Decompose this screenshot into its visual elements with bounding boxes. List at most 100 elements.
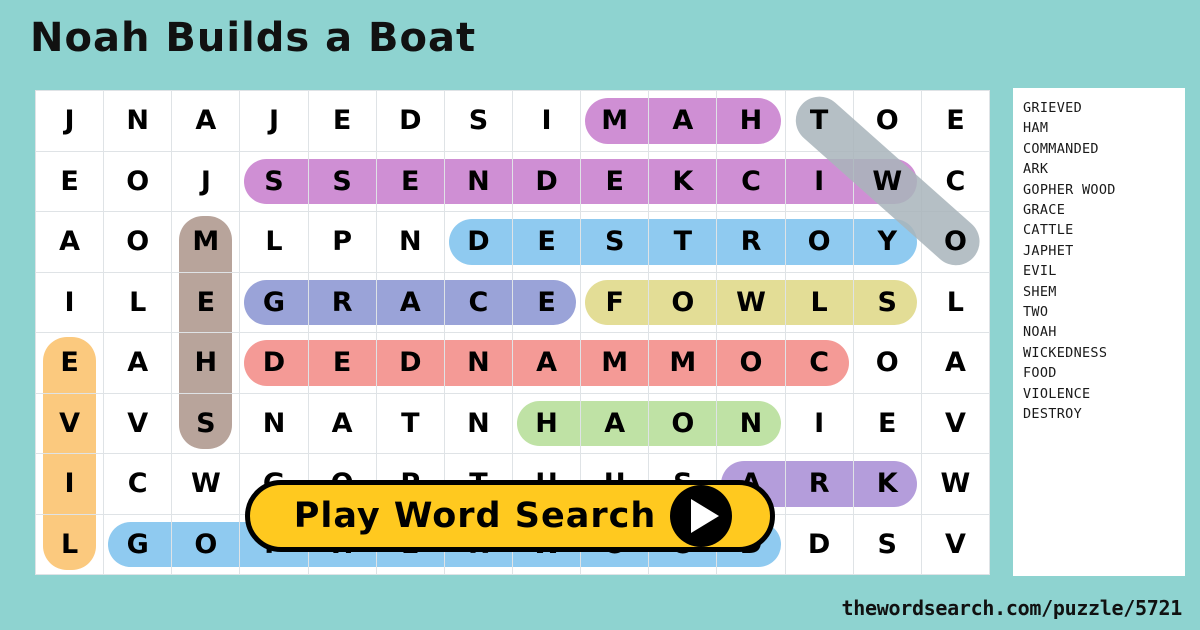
play-word-search-button[interactable]: Play Word Search: [245, 480, 775, 552]
grid-cell[interactable]: D: [375, 90, 445, 152]
grid-cell[interactable]: M: [171, 211, 241, 273]
grid-cell[interactable]: C: [443, 271, 513, 333]
grid-cell[interactable]: H: [716, 90, 786, 152]
grid-cell[interactable]: E: [511, 271, 582, 333]
grid-cell[interactable]: J: [34, 90, 105, 152]
grid-cell[interactable]: S: [239, 150, 309, 212]
grid-cell[interactable]: V: [103, 392, 173, 454]
grid-cell[interactable]: E: [34, 150, 105, 212]
grid-cell[interactable]: S: [171, 392, 241, 454]
grid-cell[interactable]: A: [307, 392, 377, 454]
grid-cell[interactable]: E: [920, 90, 991, 152]
grid-cell[interactable]: E: [34, 332, 105, 394]
grid-cell[interactable]: L: [103, 271, 173, 333]
grid-cell[interactable]: A: [580, 392, 650, 454]
grid-cell[interactable]: O: [852, 90, 922, 152]
grid-cell[interactable]: O: [171, 513, 241, 575]
grid-cell[interactable]: I: [511, 90, 582, 152]
grid-cell[interactable]: R: [784, 453, 854, 515]
grid-cell[interactable]: K: [648, 150, 718, 212]
grid-cell[interactable]: H: [171, 332, 241, 394]
grid-cell[interactable]: G: [103, 513, 173, 575]
grid-cell[interactable]: M: [648, 332, 718, 394]
grid-cell[interactable]: V: [920, 513, 991, 575]
grid-cell[interactable]: E: [511, 211, 582, 273]
grid-cell[interactable]: S: [307, 150, 377, 212]
grid-cell[interactable]: O: [648, 271, 718, 333]
grid-cell[interactable]: N: [443, 150, 513, 212]
grid-cell[interactable]: A: [103, 332, 173, 394]
grid-cell[interactable]: N: [443, 332, 513, 394]
grid-cell[interactable]: R: [716, 211, 786, 273]
grid-cell[interactable]: E: [375, 150, 445, 212]
grid-cell[interactable]: R: [307, 271, 377, 333]
grid-cell[interactable]: D: [511, 150, 582, 212]
grid-cell[interactable]: L: [784, 271, 854, 333]
grid-cell[interactable]: P: [307, 211, 377, 273]
grid-cell[interactable]: I: [784, 392, 854, 454]
grid-cell[interactable]: E: [307, 90, 377, 152]
grid-cell[interactable]: O: [716, 332, 786, 394]
grid-cell[interactable]: H: [511, 392, 582, 454]
grid-cell[interactable]: E: [852, 392, 922, 454]
grid-cell[interactable]: D: [784, 513, 854, 575]
grid-cell[interactable]: C: [716, 150, 786, 212]
grid-cell[interactable]: D: [239, 332, 309, 394]
grid-cell[interactable]: G: [239, 271, 309, 333]
grid-cell[interactable]: O: [784, 211, 854, 273]
grid-cell[interactable]: A: [34, 211, 105, 273]
grid-cell[interactable]: L: [239, 211, 309, 273]
grid-cell[interactable]: A: [920, 332, 991, 394]
grid-cell[interactable]: N: [375, 211, 445, 273]
grid-cell[interactable]: S: [580, 211, 650, 273]
grid-cell[interactable]: F: [580, 271, 650, 333]
grid-cell[interactable]: A: [511, 332, 582, 394]
grid-cell[interactable]: V: [920, 392, 991, 454]
grid-cell[interactable]: I: [784, 150, 854, 212]
word-list-item: NOAH: [1023, 324, 1057, 341]
grid-cell[interactable]: W: [171, 453, 241, 515]
grid-cell[interactable]: N: [716, 392, 786, 454]
grid-cell[interactable]: J: [171, 150, 241, 212]
play-button-label: Play Word Search: [293, 496, 657, 536]
grid-cell[interactable]: O: [920, 211, 991, 273]
grid-cell[interactable]: T: [648, 211, 718, 273]
grid-cell[interactable]: O: [648, 392, 718, 454]
grid-cell[interactable]: L: [34, 513, 105, 575]
grid-cell[interactable]: S: [443, 90, 513, 152]
grid-cell[interactable]: T: [784, 90, 854, 152]
grid-cell[interactable]: D: [443, 211, 513, 273]
grid-cell[interactable]: N: [103, 90, 173, 152]
grid-cell[interactable]: A: [375, 271, 445, 333]
grid-cell[interactable]: O: [852, 332, 922, 394]
grid-cell[interactable]: O: [103, 211, 173, 273]
grid-cell[interactable]: D: [375, 332, 445, 394]
grid-cell[interactable]: J: [239, 90, 309, 152]
grid-cell[interactable]: E: [307, 332, 377, 394]
grid-cell[interactable]: M: [580, 90, 650, 152]
grid-cell[interactable]: A: [648, 90, 718, 152]
grid-cell[interactable]: W: [716, 271, 786, 333]
grid-cell[interactable]: W: [852, 150, 922, 212]
grid-cell[interactable]: M: [580, 332, 650, 394]
grid-letter: O: [126, 226, 150, 258]
grid-cell[interactable]: C: [920, 150, 991, 212]
grid-cell[interactable]: K: [852, 453, 922, 515]
grid-cell[interactable]: A: [171, 90, 241, 152]
grid-cell[interactable]: T: [375, 392, 445, 454]
grid-cell[interactable]: E: [171, 271, 241, 333]
grid-cell[interactable]: Y: [852, 211, 922, 273]
grid-cell[interactable]: W: [920, 453, 991, 515]
grid-cell[interactable]: N: [239, 392, 309, 454]
grid-cell[interactable]: E: [580, 150, 650, 212]
grid-cell[interactable]: L: [920, 271, 991, 333]
grid-cell[interactable]: C: [784, 332, 854, 394]
grid-cell[interactable]: I: [34, 453, 105, 515]
grid-cell[interactable]: I: [34, 271, 105, 333]
grid-cell[interactable]: C: [103, 453, 173, 515]
grid-cell[interactable]: S: [852, 271, 922, 333]
grid-cell[interactable]: V: [34, 392, 105, 454]
grid-cell[interactable]: S: [852, 513, 922, 575]
grid-cell[interactable]: O: [103, 150, 173, 212]
grid-cell[interactable]: N: [443, 392, 513, 454]
